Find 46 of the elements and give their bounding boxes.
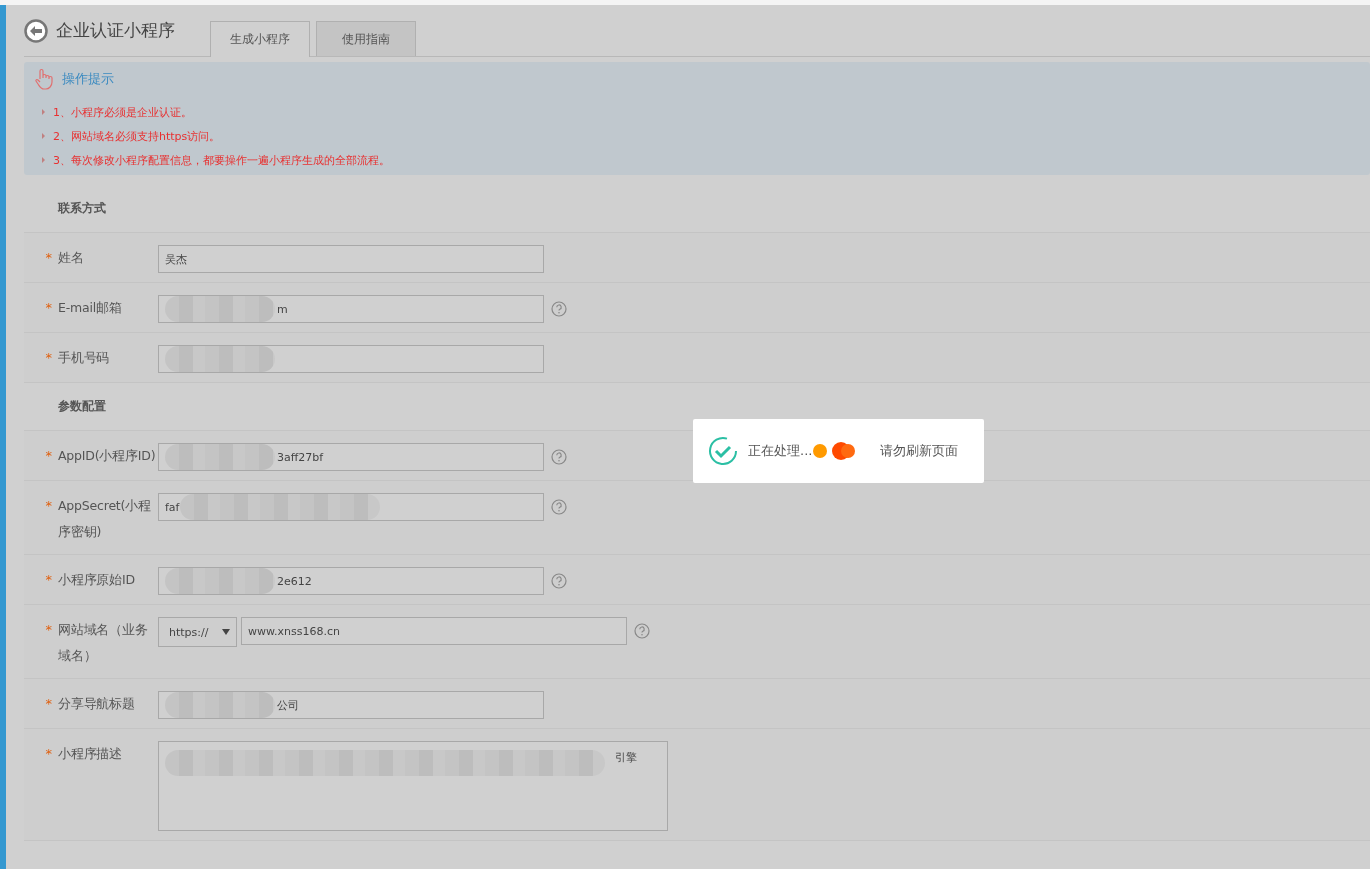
field-label: AppSecret(小程序密钥) bbox=[58, 497, 152, 541]
back-icon[interactable] bbox=[24, 18, 48, 43]
text-field[interactable]: 2e612 bbox=[158, 567, 544, 595]
status-text: 正在处理... bbox=[748, 442, 813, 460]
help-icon[interactable] bbox=[551, 499, 567, 515]
tab[interactable]: 使用指南 bbox=[316, 21, 416, 56]
field-label: E-mail邮箱 bbox=[58, 299, 123, 317]
field-label: 小程序原始ID bbox=[58, 571, 136, 589]
warning-text: 请勿刷新页面 bbox=[880, 442, 959, 460]
required-mark: * bbox=[45, 300, 52, 315]
text-field[interactable]: m bbox=[158, 295, 544, 323]
tab[interactable]: 生成小程序 bbox=[210, 21, 310, 57]
tip-text: 2、网站域名必须支持https访问。 bbox=[53, 128, 221, 144]
text-field[interactable]: 公司 bbox=[158, 691, 544, 719]
field-label: 分享导航标题 bbox=[58, 695, 136, 713]
required-mark: * bbox=[45, 448, 52, 463]
required-mark: * bbox=[45, 696, 52, 711]
text-field[interactable] bbox=[158, 345, 544, 373]
text-field[interactable]: faf bbox=[158, 493, 544, 521]
description-field[interactable]: 引擎 bbox=[158, 741, 668, 831]
text-field[interactable]: 吴杰 bbox=[158, 245, 544, 273]
protocol-select[interactable]: https:// bbox=[158, 617, 237, 647]
tip-text: 1、小程序必须是企业认证。 bbox=[53, 104, 192, 120]
pointing-hand-icon bbox=[34, 68, 54, 90]
field-label: 姓名 bbox=[58, 249, 85, 267]
required-mark: * bbox=[45, 250, 52, 265]
required-mark: * bbox=[45, 350, 52, 365]
page-title: 企业认证小程序 bbox=[56, 19, 175, 42]
required-mark: * bbox=[45, 622, 52, 637]
field-label: 小程序描述 bbox=[58, 745, 123, 763]
check-circle-icon bbox=[707, 435, 739, 467]
help-icon[interactable] bbox=[551, 301, 567, 317]
help-icon[interactable] bbox=[634, 623, 650, 639]
required-mark: * bbox=[45, 572, 52, 587]
help-icon[interactable] bbox=[551, 573, 567, 589]
field-label: 手机号码 bbox=[58, 349, 111, 367]
caret-icon bbox=[222, 629, 230, 635]
required-mark: * bbox=[45, 498, 52, 513]
help-icon[interactable] bbox=[551, 449, 567, 465]
text-field[interactable]: 3aff27bf bbox=[158, 443, 544, 471]
field-label: 网站域名（业务域名） bbox=[58, 621, 149, 665]
tips-title: 操作提示 bbox=[62, 70, 114, 88]
text-field[interactable]: www.xnss168.cn bbox=[241, 617, 627, 645]
tip-text: 3、每次修改小程序配置信息，都要操作一遍小程序生成的全部流程。 bbox=[53, 152, 390, 168]
required-mark: * bbox=[45, 746, 52, 761]
field-label: AppID(小程序ID) bbox=[58, 447, 157, 465]
